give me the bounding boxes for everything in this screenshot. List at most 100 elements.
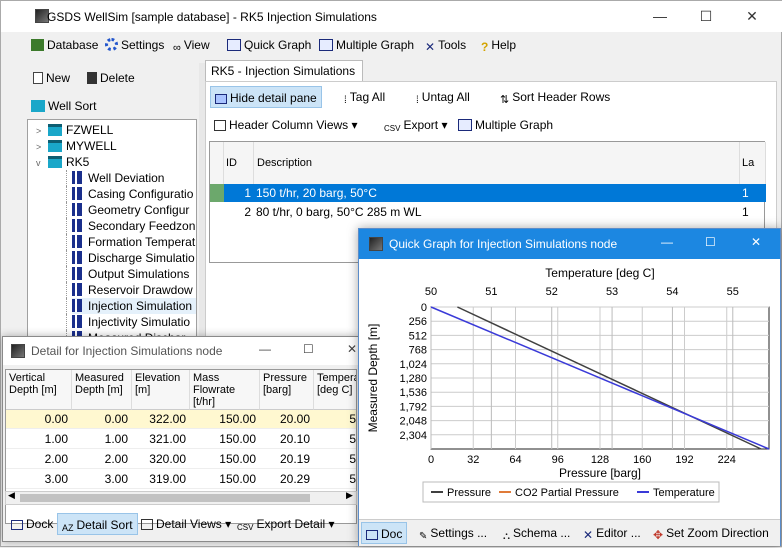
detail-sort-button[interactable]: AZ Detail Sort xyxy=(57,513,138,535)
schema-button[interactable]: ⛬ Schema ... xyxy=(499,522,574,544)
quick-graph-chart: 0 256 512 768 1,024 1,280 1,536 1,792 2,048 2,304… xyxy=(366,266,770,503)
x-tick-label: 192 xyxy=(675,454,693,466)
x2-tick-label: 54 xyxy=(666,286,678,298)
column-header-la[interactable]: La xyxy=(740,142,766,184)
hide-detail-button[interactable]: Hide detail pane xyxy=(210,86,322,108)
x-tick-label: 64 xyxy=(509,454,521,466)
menu-tools[interactable]: ✕ Tools xyxy=(425,38,466,54)
delete-button[interactable]: Delete xyxy=(87,71,135,85)
detail-title: Detail for Injection Simulations node xyxy=(31,344,223,358)
cell-id: 1 xyxy=(244,186,251,200)
settings-button[interactable]: ✎ Settings ... xyxy=(415,522,491,544)
settings-icon: ✎ xyxy=(419,531,428,542)
minimize-button[interactable]: — xyxy=(259,342,271,356)
maximize-button[interactable]: ☐ xyxy=(683,1,729,31)
maximize-button[interactable]: ☐ xyxy=(705,235,716,249)
close-button[interactable]: ✕ xyxy=(751,235,761,249)
node-icon xyxy=(72,299,82,312)
well-sort-button[interactable]: Well Sort xyxy=(31,99,96,113)
menu-quick-graph[interactable]: Quick Graph xyxy=(227,38,311,52)
tree-item[interactable]: Output Simulations xyxy=(72,266,196,282)
zoom-label: Set Zoom Direction xyxy=(666,526,769,540)
menu-view[interactable]: ∞ View xyxy=(173,38,210,54)
well-icon xyxy=(48,140,62,152)
export-label: Export xyxy=(403,118,439,132)
new-button[interactable]: New xyxy=(33,71,70,85)
close-button[interactable]: ✕ xyxy=(729,1,775,31)
table-cell: 150.00 xyxy=(219,472,256,486)
csv-icon: CSV xyxy=(384,124,401,133)
expand-icon[interactable]: v xyxy=(36,155,48,171)
move-icon: ✥ xyxy=(653,528,664,542)
expand-icon[interactable]: > xyxy=(36,139,48,155)
app-icon xyxy=(369,237,383,251)
column-header-id[interactable]: ID xyxy=(224,142,254,184)
table-row[interactable]: 1.00 1.00 321.00 150.00 20.10 5 xyxy=(6,430,356,449)
tree-item[interactable]: Reservoir Drawdow xyxy=(72,282,196,298)
maximize-button[interactable]: ☐ xyxy=(303,342,314,356)
x2-axis-label: Temperature [deg C] xyxy=(545,266,654,280)
column-header[interactable]: Vertical Depth [m] xyxy=(6,370,72,410)
chart-icon xyxy=(319,39,333,51)
table-cell: 319.00 xyxy=(149,472,186,486)
tree-item[interactable]: v RK5 xyxy=(36,154,196,170)
expand-icon[interactable]: > xyxy=(36,123,48,139)
well-tree[interactable]: > FZWELL > MYWELL v RK5 Well Deviation Casing C… xyxy=(27,119,197,349)
node-icon xyxy=(72,219,82,232)
menu-label: Tools xyxy=(438,38,467,52)
export-detail-button[interactable]: CSV Export Detail ▾ xyxy=(233,513,339,535)
table-row[interactable]: 0.00 0.00 322.00 150.00 20.00 5 xyxy=(6,410,356,429)
tree-item[interactable]: Well Deviation xyxy=(72,170,196,186)
tree-item[interactable]: Discharge Simulatio xyxy=(72,250,196,266)
tree-item[interactable]: Secondary Feedzon xyxy=(72,218,196,234)
column-header[interactable]: Measured Depth [m] xyxy=(72,370,132,410)
table-row[interactable]: 3.00 3.00 319.00 150.00 20.29 5 xyxy=(6,470,356,489)
column-header[interactable]: Mass Flowrate [t/hr] xyxy=(190,370,260,410)
tag-all-label: Tag All xyxy=(349,90,386,104)
cell-description: 80 t/hr, 0 barg, 50°C 285 m WL xyxy=(256,205,422,219)
tree-item[interactable]: Formation Temperat xyxy=(72,234,196,250)
table-cell: 20.19 xyxy=(279,452,310,466)
multiple-graph-button[interactable]: Multiple Graph xyxy=(454,114,557,136)
close-button[interactable]: ✕ xyxy=(347,342,357,356)
table-row[interactable]: 1 150 t/hr, 20 barg, 50°C 1 xyxy=(224,184,766,202)
tree-item[interactable]: Geometry Configur xyxy=(72,202,196,218)
dock-button[interactable]: Doc xyxy=(361,522,408,544)
menu-help[interactable]: ? Help xyxy=(481,38,516,54)
help-icon: ? xyxy=(481,40,489,54)
table-row[interactable]: 2 80 t/hr, 0 barg, 50°C 285 m WL 1 xyxy=(224,203,766,221)
chart-icon xyxy=(458,119,472,131)
x2-tick-label: 50 xyxy=(425,286,437,298)
column-header[interactable]: Tempera [deg C] xyxy=(314,370,356,410)
table-row[interactable]: 2.00 2.00 320.00 150.00 20.19 5 xyxy=(6,450,356,469)
menu-multiple-graph[interactable]: Multiple Graph xyxy=(319,38,414,52)
tag-all-button[interactable]: ⁞ Tag All xyxy=(340,86,389,108)
detail-views-button[interactable]: Detail Views ▾ xyxy=(137,513,235,535)
minimize-button[interactable]: — xyxy=(637,1,683,31)
binoculars-icon: ∞ xyxy=(173,42,181,54)
menu-database[interactable]: Database xyxy=(31,38,98,52)
tree-item[interactable]: Injection Simulation xyxy=(72,298,196,314)
y-axis-label: Measured Depth [m] xyxy=(366,324,380,433)
dock-button[interactable]: Dock xyxy=(7,513,57,535)
minimize-button[interactable]: — xyxy=(661,235,673,249)
export-button[interactable]: CSV Export ▾ xyxy=(380,114,452,136)
tab-rk5-injection[interactable]: RK5 - Injection Simulations xyxy=(205,60,363,82)
sort-header-rows-button[interactable]: ⇅ Sort Header Rows xyxy=(496,86,614,108)
menu-settings[interactable]: Settings xyxy=(105,38,164,52)
column-header-description[interactable]: Description xyxy=(254,142,740,184)
column-header[interactable]: Elevation [m] xyxy=(132,370,190,410)
horizontal-scrollbar[interactable]: ◀ ▶ xyxy=(5,490,357,505)
editor-button[interactable]: ✕ Editor ... xyxy=(579,522,645,544)
set-zoom-direction-button[interactable]: ✥ Set Zoom Direction xyxy=(649,522,773,544)
scroll-thumb[interactable] xyxy=(20,494,310,502)
tree-item[interactable]: > FZWELL xyxy=(36,122,196,138)
tree-item[interactable]: Injectivity Simulatio xyxy=(72,314,196,330)
column-header[interactable]: Pressure [barg] xyxy=(260,370,314,410)
tree-item[interactable]: > MYWELL xyxy=(36,138,196,154)
untag-all-button[interactable]: ⁞ Untag All xyxy=(412,86,474,108)
tree-line xyxy=(66,314,67,330)
header-column-views-button[interactable]: Header Column Views ▾ xyxy=(210,114,362,136)
y-tick-label: 256 xyxy=(409,316,427,328)
tree-item[interactable]: Casing Configuratio xyxy=(72,186,196,202)
